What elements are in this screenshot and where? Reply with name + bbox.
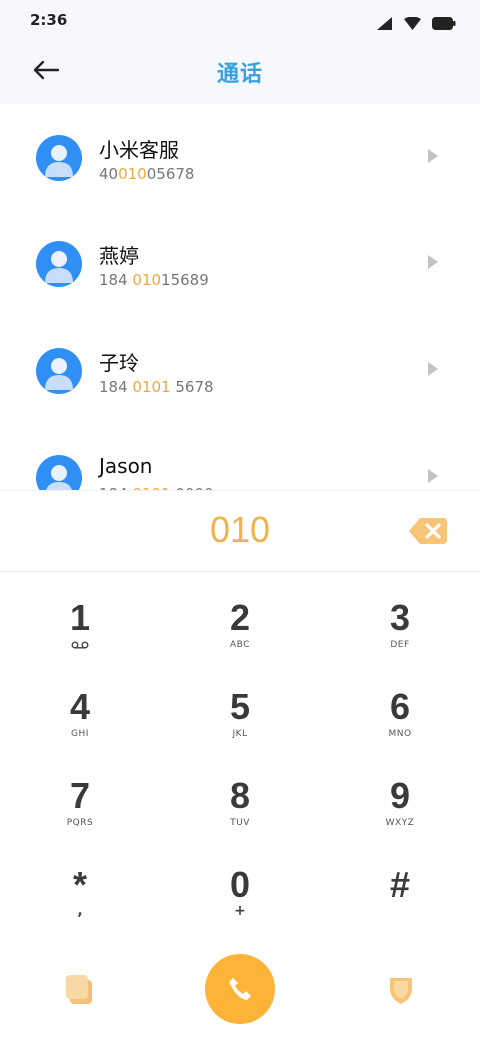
delete-button[interactable] [408, 517, 448, 545]
key-digit: 4 [69, 686, 91, 727]
signal-icon [376, 17, 392, 30]
page-title: 通话 [216, 62, 263, 87]
key-digit: * [72, 864, 87, 905]
contact-avatar [36, 455, 82, 490]
key-hash[interactable]: # [340, 839, 460, 928]
contact-row[interactable]: Jason 184 0101 0000 [0, 424, 480, 490]
key-0[interactable]: 0 + [180, 839, 300, 928]
key-8[interactable]: 8 TUV [180, 750, 300, 839]
status-icons [371, 13, 456, 30]
contact-name: 小米客服 [99, 138, 179, 162]
key-digit: 2 [229, 597, 251, 638]
chevron-right-icon[interactable] [426, 361, 440, 377]
key-digit: # [389, 864, 411, 905]
card-stack-icon [66, 975, 92, 1004]
contact-row[interactable]: 子玲 184 0101 5678 [0, 317, 480, 423]
shield-icon [390, 978, 412, 1004]
key-letters: TUV [230, 818, 250, 828]
dial-input-row: 010 [0, 490, 480, 572]
chevron-right-icon[interactable] [426, 254, 440, 270]
key-star[interactable]: * , [20, 839, 140, 928]
key-digit: 7 [69, 775, 91, 816]
contact-avatar [36, 348, 82, 394]
contact-row[interactable]: 燕婷 184 01015689 [0, 210, 480, 316]
contact-avatar [36, 135, 82, 181]
shield-button[interactable] [386, 972, 416, 1006]
top-area: 2:36 通话 [0, 0, 480, 104]
key-7[interactable]: 7 PQRS [20, 750, 140, 839]
bottom-bar [0, 928, 480, 1040]
dual-sim-button[interactable] [62, 972, 96, 1006]
battery-icon [432, 17, 456, 30]
chevron-right-icon[interactable] [426, 468, 440, 484]
key-4[interactable]: 4 GHI [20, 661, 140, 750]
key-letters: ABC [230, 640, 250, 650]
key-letters: DEF [390, 640, 410, 650]
key-6[interactable]: 6 MNO [340, 661, 460, 750]
person-icon [46, 465, 72, 490]
chevron-right-icon[interactable] [426, 148, 440, 164]
voicemail-icon [71, 641, 89, 649]
key-digit: 1 [69, 597, 91, 638]
key-letters: WXYZ [385, 818, 415, 828]
title-bar: 通话 [0, 40, 480, 104]
key-sub: , [77, 903, 83, 919]
key-letters: MNO [388, 729, 412, 739]
key-9[interactable]: 9 WXYZ [340, 750, 460, 839]
contact-number: 4001005678 [99, 165, 195, 183]
key-digit: 9 [389, 775, 411, 816]
person-icon [45, 358, 73, 390]
key-letters: PQRS [66, 818, 94, 828]
phone-icon [229, 978, 251, 1000]
key-digit: 0 [229, 864, 251, 905]
key-sub: + [234, 903, 246, 919]
key-2[interactable]: 2 ABC [180, 572, 300, 661]
contact-number: 184 0101 5678 [99, 378, 214, 396]
contact-avatar [36, 241, 82, 287]
key-letters: GHI [71, 729, 89, 739]
key-digit: 6 [389, 686, 411, 727]
contact-number: 184 01015689 [99, 271, 209, 289]
contact-name: 子玲 [99, 351, 139, 375]
contact-name: 燕婷 [99, 244, 139, 268]
key-digit: 3 [389, 597, 411, 638]
wifi-icon [403, 17, 421, 30]
call-button[interactable] [205, 954, 275, 1024]
key-5[interactable]: 5 JKL [180, 661, 300, 750]
key-1[interactable]: 1 [20, 572, 140, 661]
person-icon [45, 145, 73, 177]
status-time: 2:36 [30, 11, 68, 29]
keypad: 1 2 ABC 3 DEF 4 GHI 5 JKL 6 MNO 7 PQRS 8… [0, 572, 480, 928]
key-digit: 5 [229, 686, 251, 727]
contact-list[interactable]: 小米客服 4001005678 燕婷 184 01015689 子玲 184 0… [0, 104, 480, 490]
person-icon [45, 251, 73, 283]
key-digit: 8 [229, 775, 251, 816]
key-3[interactable]: 3 DEF [340, 572, 460, 661]
contact-row[interactable]: 小米客服 4001005678 [0, 104, 480, 210]
backspace-icon [409, 518, 447, 544]
key-letters: JKL [232, 729, 248, 739]
contact-name: Jason [99, 454, 153, 478]
status-bar: 2:36 [0, 0, 480, 40]
